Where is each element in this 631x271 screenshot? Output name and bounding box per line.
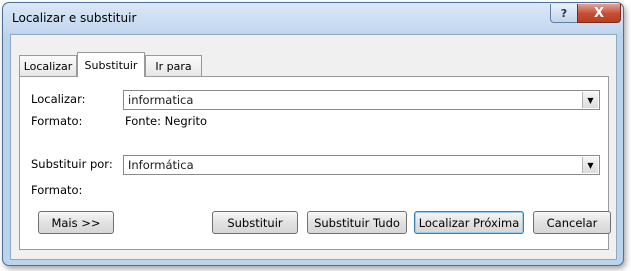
help-icon: ? [560,6,568,20]
tab-label: Ir para [155,59,192,73]
find-format-value: Fonte: Negrito [125,114,208,128]
dialog-body: Localizar Substituir Ir para Localizar: … [10,34,617,260]
replace-with-combobox[interactable]: Informática ▼ [123,155,600,175]
dialog-window: Localizar e substituir ? X Localizar Sub… [2,2,624,266]
replace-with-value: Informática [128,158,194,172]
replace-all-button[interactable]: Substituir Tudo [307,211,407,234]
tab-label: Localizar [23,59,73,73]
tab-substituir[interactable]: Substituir [77,52,145,77]
find-format-label: Formato: [31,114,83,128]
tab-label: Substituir [84,58,138,72]
find-what-combobox[interactable]: informatica ▼ [123,90,600,110]
replace-label: Substituir por: [31,157,113,171]
more-button[interactable]: Mais >> [38,211,114,234]
dialog-title: Localizar e substituir [12,11,137,25]
tab-ir-para[interactable]: Ir para [145,55,202,76]
tab-localizar[interactable]: Localizar [19,55,77,76]
chevron-down-icon[interactable]: ▼ [582,157,598,173]
title-bar[interactable]: Localizar e substituir ? X [3,3,623,33]
find-what-value: informatica [128,93,194,107]
chevron-down-icon[interactable]: ▼ [582,92,598,108]
find-label: Localizar: [31,92,86,106]
find-next-button[interactable]: Localizar Próxima [414,211,524,234]
cancel-button[interactable]: Cancelar [533,211,611,234]
help-button[interactable]: ? [550,4,578,23]
replace-button[interactable]: Substituir [212,211,298,234]
replace-format-label: Formato: [31,183,83,197]
close-icon: X [593,5,605,21]
close-button[interactable]: X [577,4,621,23]
